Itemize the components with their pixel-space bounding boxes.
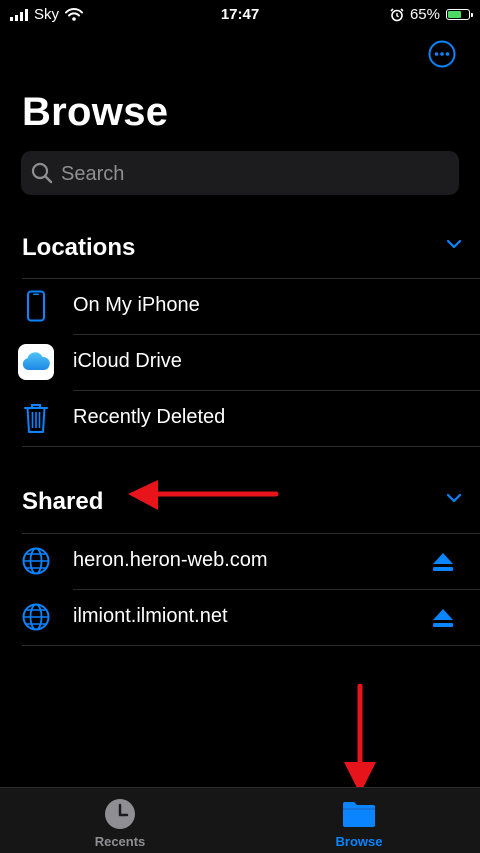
location-label: Recently Deleted (73, 406, 226, 428)
tab-recents[interactable]: Recents (60, 788, 180, 853)
location-label: On My iPhone (73, 294, 200, 316)
shared-section-title: Shared (22, 488, 104, 515)
search-bar[interactable] (21, 151, 459, 197)
eject-icon (433, 609, 453, 627)
status-bar: Sky 17:47 65% (0, 0, 480, 30)
globe-icon (18, 543, 54, 579)
globe-icon (18, 599, 54, 635)
eject-button[interactable] (432, 551, 454, 573)
locations-section-title: Locations (22, 234, 136, 261)
eject-icon (433, 553, 453, 571)
shared-item-heron[interactable]: heron.heron-web.com (0, 534, 480, 589)
battery-percent: 65% (409, 6, 440, 23)
search-input[interactable] (59, 151, 453, 197)
annotation-arrow-down-icon (344, 684, 376, 794)
divider (22, 446, 480, 447)
chevron-down-icon[interactable] (446, 238, 462, 250)
alarm-icon (390, 7, 404, 21)
location-item-on-my-iphone[interactable]: On My iPhone (0, 279, 480, 334)
folder-icon (341, 798, 377, 830)
tab-browse[interactable]: Browse (299, 788, 419, 853)
battery-fill (448, 11, 461, 18)
trash-icon (18, 400, 54, 436)
shared-item-ilmiont[interactable]: ilmiont.ilmiont.net (0, 590, 480, 645)
divider (22, 645, 480, 646)
location-item-icloud-drive[interactable]: iCloud Drive (0, 335, 480, 390)
location-item-recently-deleted[interactable]: Recently Deleted (0, 391, 480, 446)
icloud-icon (18, 344, 54, 380)
tab-bar: Recents Browse (0, 787, 480, 853)
tab-label: Recents (94, 834, 146, 849)
location-label: iCloud Drive (73, 350, 182, 372)
iphone-icon (18, 288, 54, 324)
chevron-down-icon[interactable] (446, 492, 462, 504)
battery-charging-icon (446, 9, 473, 20)
status-right: 65% (390, 6, 473, 23)
annotation-arrow-left-icon (128, 480, 279, 510)
shared-label: heron.heron-web.com (73, 549, 268, 571)
page-title: Browse (22, 90, 169, 134)
locations-section-header[interactable]: Locations (22, 230, 462, 266)
eject-button[interactable] (432, 607, 454, 629)
clock-icon (102, 798, 138, 830)
ellipsis-circle-icon (428, 40, 456, 68)
more-options-button[interactable] (428, 40, 456, 68)
tab-label: Browse (335, 834, 383, 849)
search-icon (31, 162, 53, 184)
shared-label: ilmiont.ilmiont.net (73, 605, 228, 627)
